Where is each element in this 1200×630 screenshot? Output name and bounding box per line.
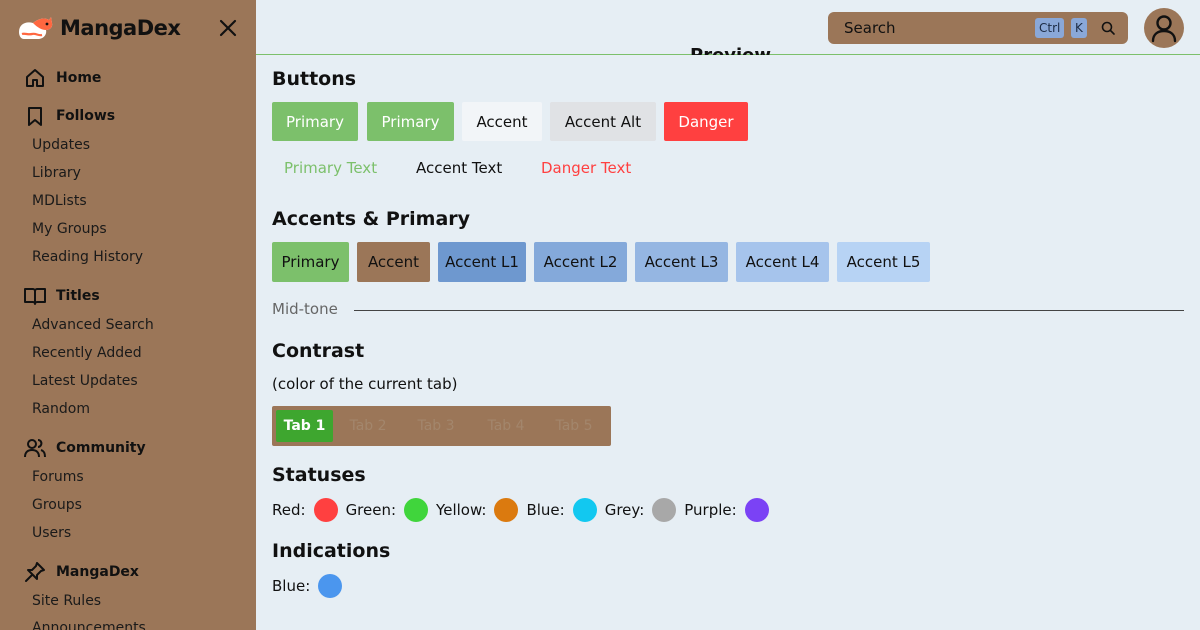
swatch-primary: Primary — [272, 242, 349, 282]
swatch-accent-l5: Accent L5 — [837, 242, 930, 282]
sidebar-item-announcements[interactable]: Announcements — [32, 620, 146, 630]
sidebar-item-advanced-search[interactable]: Advanced Search — [32, 317, 154, 333]
tab-3[interactable]: Tab 3 — [406, 410, 466, 442]
danger-text-button[interactable]: Danger Text — [541, 159, 631, 177]
close-sidebar-icon[interactable] — [216, 16, 240, 40]
primary-button[interactable]: Primary — [272, 102, 358, 141]
status-dot-grey — [652, 498, 677, 522]
swatch-accent-l1: Accent L1 — [438, 242, 526, 282]
midtone-divider — [354, 310, 1184, 311]
search-bar[interactable]: Search Ctrl K — [828, 12, 1128, 44]
sidebar-item-updates[interactable]: Updates — [32, 137, 90, 153]
sidebar-item-recently-added[interactable]: Recently Added — [32, 345, 142, 361]
swatch-accent-l4: Accent L4 — [736, 242, 829, 282]
status-dot-green — [404, 498, 429, 522]
sidebar-section-follows[interactable]: Follows — [22, 103, 115, 129]
status-dot-yellow — [494, 498, 519, 522]
sidebar-item-users[interactable]: Users — [32, 525, 71, 541]
status-label-blue: Blue: — [526, 501, 565, 519]
users-icon — [22, 435, 48, 461]
indication-row: Blue: — [272, 573, 343, 599]
accents-heading: Accents & Primary — [272, 208, 471, 230]
user-avatar[interactable] — [1144, 8, 1184, 48]
indication-label-blue: Blue: — [272, 577, 311, 595]
book-icon — [22, 283, 48, 309]
brand[interactable]: MangaDex — [16, 12, 181, 44]
preview-heading: Preview — [690, 41, 771, 55]
search-placeholder: Search — [844, 19, 896, 37]
sidebar-section-titles[interactable]: Titles — [22, 283, 100, 309]
sidebar-section-label: Titles — [56, 288, 100, 304]
contrast-subtitle: (color of the current tab) — [272, 375, 458, 393]
mangadex-logo-icon — [19, 17, 53, 39]
status-dot-purple — [744, 498, 769, 522]
sidebar-item-forums[interactable]: Forums — [32, 469, 84, 485]
status-label-red: Red: — [272, 501, 306, 519]
tab-2[interactable]: Tab 2 — [338, 410, 398, 442]
contrast-heading: Contrast — [272, 340, 365, 362]
sidebar-item-latest-updates[interactable]: Latest Updates — [32, 373, 138, 389]
sidebar-section-label: MangaDex — [56, 564, 139, 580]
sidebar-item-random[interactable]: Random — [32, 401, 90, 417]
pin-icon — [22, 559, 48, 585]
indications-heading: Indications — [272, 540, 391, 562]
home-icon — [22, 65, 48, 91]
sidebar-section-mangadex[interactable]: MangaDex — [22, 559, 139, 585]
sidebar-item-library[interactable]: Library — [32, 165, 81, 181]
tab-5[interactable]: Tab 5 — [544, 410, 604, 442]
tab-bar: Tab 1 Tab 2 Tab 3 Tab 4 Tab 5 — [272, 406, 611, 446]
shortcut-ctrl-key: Ctrl — [1035, 18, 1065, 38]
status-label-purple: Purple: — [684, 501, 737, 519]
tab-1[interactable]: Tab 1 — [276, 410, 333, 442]
brand-name: MangaDex — [60, 16, 181, 40]
sidebar-item-groups[interactable]: Groups — [32, 497, 82, 513]
sidebar-section-label: Follows — [56, 108, 116, 124]
sidebar: MangaDex Home Follows Updates Library MD… — [0, 0, 256, 630]
sidebar-section-community[interactable]: Community — [22, 435, 146, 461]
primary-text-button[interactable]: Primary Text — [284, 159, 377, 177]
sidebar-item-reading-history[interactable]: Reading History — [32, 249, 143, 265]
primary-button-alt[interactable]: Primary — [367, 102, 454, 141]
buttons-heading: Buttons — [272, 68, 357, 90]
sidebar-item-label: Home — [56, 70, 102, 86]
sidebar-item-site-rules[interactable]: Site Rules — [32, 593, 101, 609]
status-dot-blue — [572, 498, 597, 522]
sidebar-item-mdlists[interactable]: MDLists — [32, 193, 87, 209]
user-icon — [1151, 15, 1177, 43]
sidebar-item-home[interactable]: Home — [22, 65, 101, 91]
status-label-yellow: Yellow: — [436, 501, 487, 519]
search-icon — [1101, 21, 1115, 35]
status-label-green: Green: — [345, 501, 397, 519]
accent-button[interactable]: Accent — [462, 102, 542, 141]
shortcut-k-key: K — [1071, 18, 1087, 38]
tab-4[interactable]: Tab 4 — [476, 410, 536, 442]
sidebar-item-my-groups[interactable]: My Groups — [32, 221, 107, 237]
indication-dot-blue — [318, 574, 343, 598]
midtone-label: Mid-tone — [272, 300, 338, 318]
statuses-heading: Statuses — [272, 464, 366, 486]
sidebar-section-label: Community — [56, 440, 146, 456]
bookmark-icon — [22, 103, 48, 129]
accent-text-button[interactable]: Accent Text — [416, 159, 502, 177]
danger-button[interactable]: Danger — [664, 102, 748, 141]
status-dot-red — [313, 498, 338, 522]
status-label-grey: Grey: — [604, 501, 645, 519]
swatch-accent: Accent — [357, 242, 430, 282]
accent-alt-button[interactable]: Accent Alt — [550, 102, 656, 141]
swatch-accent-l2: Accent L2 — [534, 242, 627, 282]
swatch-accent-l3: Accent L3 — [635, 242, 728, 282]
status-row: Red: Green: Yellow: Blue: Grey: Purple: — [272, 497, 777, 523]
